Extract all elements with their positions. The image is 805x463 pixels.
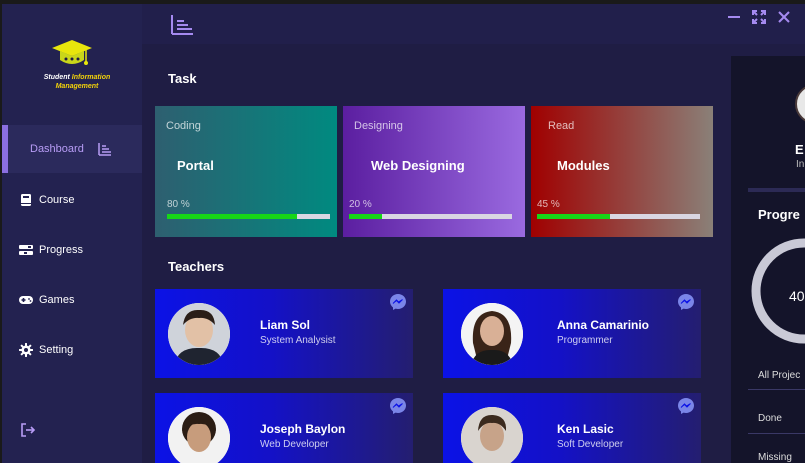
task-progress-fill [537,214,611,219]
progress-icon [19,245,33,255]
teacher-role: Web Developer [260,439,329,450]
divider [748,433,805,434]
logo-text-information: Information [71,74,111,81]
top-bar [142,4,805,44]
sidebar-item-label: Games [39,294,75,306]
task-progress-bar [349,214,512,219]
avatar [168,407,230,463]
teacher-role: Programmer [557,335,613,346]
sidebar-item-label: Setting [39,344,74,356]
task-category: Read [548,120,575,132]
teacher-name: Anna Camarinio [557,318,650,332]
profile-panel: E In Progre 40 All Projec Done Missing [731,56,805,463]
done-label: Done [758,413,782,424]
teacher-name: Joseph Baylon [260,422,346,436]
profile-name: E [795,142,804,157]
teachers-section-title: Teachers [168,259,225,274]
task-card-read[interactable]: Read Modules 45 % [531,106,713,237]
messenger-icon[interactable] [389,293,407,311]
divider [748,389,805,390]
teacher-card[interactable]: Ken Lasic Soft Developer [443,393,701,463]
menu-list-icon[interactable] [171,15,193,35]
avatar [461,303,523,365]
task-category: Coding [166,120,201,132]
sidebar-item-label: Progress [39,244,84,256]
fullscreen-icon[interactable] [752,10,766,24]
task-progress-fill [167,214,298,219]
task-progress-bar [537,214,700,219]
divider [748,188,805,192]
teacher-card[interactable]: Anna Camarinio Programmer [443,289,701,378]
logo-text-student: Student [43,74,72,81]
task-category: Designing [354,120,403,132]
teacher-role: Soft Developer [557,439,624,450]
sidebar-item-progress[interactable]: Progress [2,226,142,274]
teacher-card[interactable]: Liam Sol System Analysist [155,289,413,378]
teacher-name: Ken Lasic [557,422,614,436]
teacher-card[interactable]: Joseph Baylon Web Developer [155,393,413,463]
task-name: Portal [177,158,214,173]
sidebar-item-label: Course [39,194,75,206]
avatar [795,84,805,124]
app-logo: Student Information Management [2,4,142,124]
minimize-icon[interactable] [727,10,741,24]
gear-icon [19,343,33,357]
task-progress-fill [349,214,382,219]
task-section-title: Task [168,71,197,86]
task-progress-bar [167,214,330,219]
messenger-icon[interactable] [677,293,695,311]
avatar [168,303,230,365]
dashboard-list-icon [98,143,111,156]
task-progress-label: 80 % [167,199,190,210]
task-name: Web Designing [371,158,465,173]
teacher-role: System Analysist [260,335,336,346]
progress-title: Progre [758,207,800,222]
sidebar-item-setting[interactable]: Setting [2,326,142,374]
task-card-designing[interactable]: Designing Web Designing 20 % [343,106,525,237]
all-projects-label: All Projec [758,370,801,381]
teacher-name: Liam Sol [260,318,311,332]
sidebar-item-course[interactable]: Course [2,176,142,224]
progress-ring-value: 40 [789,288,805,304]
sidebar-item-games[interactable]: Games [2,276,142,324]
app-window: Student Information Management Dashboard… [2,4,805,463]
task-progress-label: 20 % [349,199,372,210]
profile-subtitle: In [796,159,805,170]
close-icon[interactable] [777,10,791,24]
sidebar: Student Information Management Dashboard… [2,4,142,463]
book-icon [21,194,31,206]
logout-icon[interactable] [20,422,36,438]
logo-text-management: Management [55,83,99,90]
messenger-icon[interactable] [677,397,695,415]
avatar [461,407,523,463]
missing-label: Missing [758,452,792,463]
gamepad-icon [19,296,33,304]
graduation-cap-icon [52,40,92,65]
sidebar-item-label: Dashboard [30,143,84,155]
sidebar-item-dashboard[interactable]: Dashboard [2,125,142,173]
task-name: Modules [557,158,610,173]
messenger-icon[interactable] [389,397,407,415]
task-card-coding[interactable]: Coding Portal 80 % [155,106,337,237]
task-progress-label: 45 % [537,199,560,210]
